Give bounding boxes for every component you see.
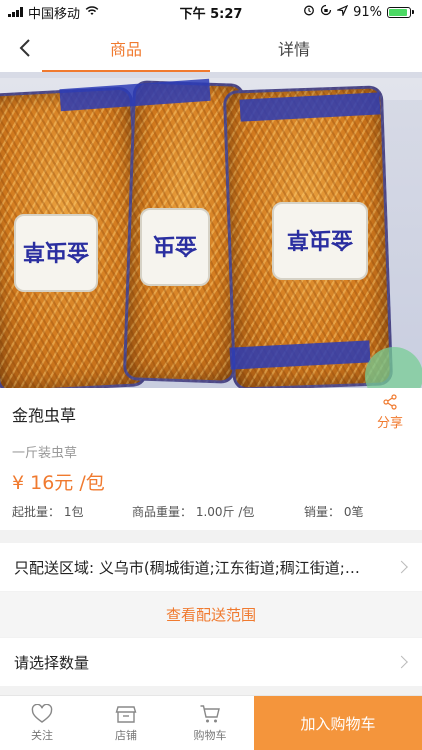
rotation-lock-icon xyxy=(320,4,332,20)
alarm-icon xyxy=(303,4,315,20)
shop-label: 店铺 xyxy=(115,729,137,742)
battery-icon xyxy=(387,6,414,18)
chevron-left-icon xyxy=(19,39,30,57)
follow-label: 关注 xyxy=(31,729,53,742)
location-icon xyxy=(335,4,349,20)
add-to-cart-button[interactable]: 加入购物车 xyxy=(254,696,422,750)
heart-icon xyxy=(31,704,53,723)
signal-icon xyxy=(8,7,23,17)
shop-button[interactable]: 店铺 xyxy=(84,696,168,750)
product-weight: 商品重量： 1.00斤 /包 xyxy=(132,505,255,519)
nav-bar: 商品 详情 xyxy=(0,24,422,72)
wifi-icon xyxy=(85,5,99,20)
package-label-logo: 金虫 xyxy=(153,232,198,257)
product-image[interactable]: 金虫草 金虫 金虫草 xyxy=(0,72,422,388)
tab-detail[interactable]: 详情 xyxy=(210,24,378,72)
cart-label: 购物车 xyxy=(193,729,227,742)
select-quantity-label: 请选择数量 xyxy=(14,653,90,672)
chevron-right-icon xyxy=(395,560,408,574)
share-button[interactable]: 分享 xyxy=(372,394,408,431)
product-name: 金孢虫草 xyxy=(12,406,77,425)
chevron-right-icon xyxy=(395,655,408,669)
battery-percent: 91% xyxy=(353,4,382,20)
product-info: 金孢虫草 分享 一斤装虫草 ¥ 16元 /包 起批量： 1包 商品重量： 1.0… xyxy=(0,388,422,530)
package-label-logo: 金虫草 xyxy=(287,226,354,251)
view-delivery-range-button[interactable]: 查看配送范围 xyxy=(0,592,422,637)
share-icon xyxy=(383,394,397,410)
back-button[interactable] xyxy=(10,33,40,63)
delivery-region-row[interactable]: 只配送区域: 义乌市(稠城街道;江东街道;稠江街道;北苑街道) xyxy=(0,543,422,591)
share-label: 分享 xyxy=(376,416,403,431)
package-label-logo: 金虫草 xyxy=(23,238,90,263)
shop-icon xyxy=(115,706,137,723)
carrier-label: 中国移动 xyxy=(28,6,81,22)
tab-goods[interactable]: 商品 xyxy=(42,24,210,72)
sales-count: 销量： 0笔 xyxy=(304,505,364,519)
select-quantity-row[interactable]: 请选择数量 xyxy=(0,638,422,686)
product-price: ¥ 16元 /包 xyxy=(12,472,105,494)
bottom-bar: 关注 店铺 购物车 加入购物车 xyxy=(0,695,422,750)
follow-button[interactable]: 关注 xyxy=(0,696,84,750)
product-subtitle: 一斤装虫草 xyxy=(12,446,78,461)
cart-icon xyxy=(200,705,220,723)
min-order: 起批量： 1包 xyxy=(12,505,84,519)
status-bar: 中国移动 下午 5:27 91% xyxy=(0,0,422,24)
delivery-region-text: 只配送区域: 义乌市(稠城街道;江东街道;稠江街道;北苑街道) xyxy=(14,558,374,577)
cart-button[interactable]: 购物车 xyxy=(168,696,252,750)
